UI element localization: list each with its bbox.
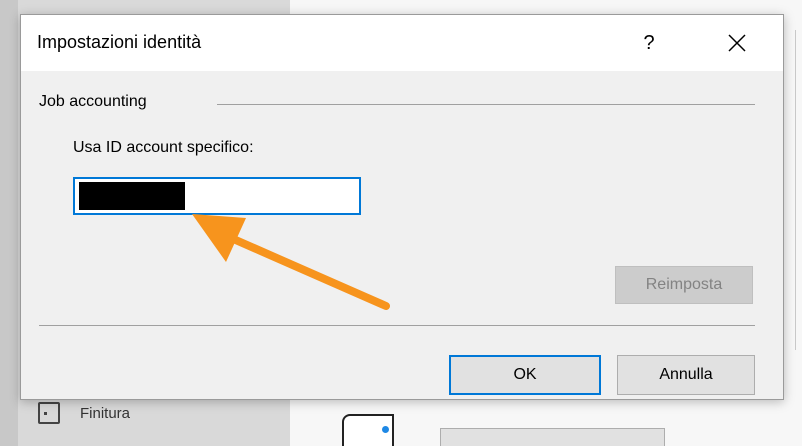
identity-settings-dialog: Impostazioni identità ? Job accounting U… (20, 14, 784, 400)
document-icon (342, 414, 394, 446)
close-icon (728, 34, 746, 52)
dialog-titlebar: Impostazioni identità ? (21, 15, 783, 71)
dialog-title: Impostazioni identità (37, 32, 202, 52)
screen: Finitura Impostazioni identità ? Job acc… (0, 0, 802, 446)
group-divider (217, 104, 755, 105)
ok-button[interactable]: OK (449, 355, 601, 395)
dialog-separator (39, 325, 755, 326)
account-id-label: Usa ID account specifico: (73, 139, 254, 156)
job-accounting-group-label: Job accounting (39, 93, 147, 110)
close-button[interactable] (717, 25, 757, 61)
background-sidebar-item-label: Finitura (80, 404, 131, 422)
finishing-icon (38, 402, 60, 424)
help-button[interactable]: ? (629, 25, 669, 61)
background-sidebar-strip (0, 0, 18, 446)
redacted-account-id (79, 182, 185, 210)
document-dot-icon (382, 426, 389, 433)
background-divider (795, 30, 796, 350)
reset-button[interactable]: Reimposta (615, 266, 753, 304)
background-sidebar-item-finitura[interactable]: Finitura (38, 398, 130, 428)
cancel-button[interactable]: Annulla (617, 355, 755, 395)
background-button[interactable] (440, 428, 665, 446)
